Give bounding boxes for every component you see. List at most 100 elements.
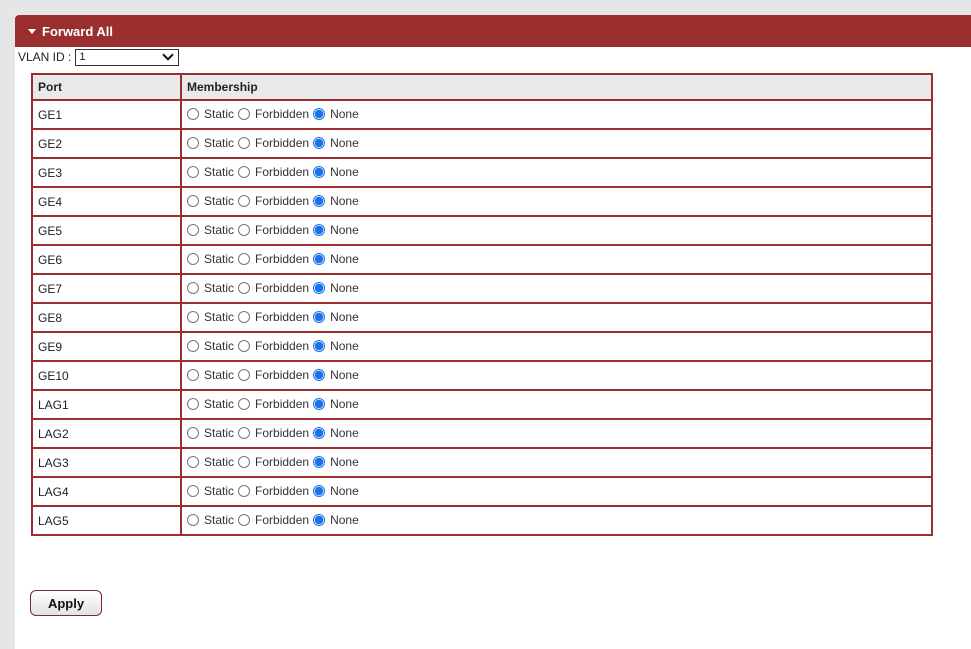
membership-option-static[interactable]: Static [187, 368, 234, 382]
radio-forbidden[interactable] [238, 107, 251, 120]
membership-option-none[interactable]: None [313, 310, 359, 324]
membership-option-forbidden[interactable]: Forbidden [238, 223, 309, 237]
membership-option-forbidden[interactable]: Forbidden [238, 339, 309, 353]
radio-forbidden[interactable] [238, 426, 251, 439]
radio-forbidden[interactable] [238, 368, 251, 381]
membership-option-none[interactable]: None [313, 513, 359, 527]
radio-static[interactable] [187, 281, 199, 294]
membership-option-label: None [330, 280, 359, 295]
membership-option-static[interactable]: Static [187, 339, 234, 353]
radio-none[interactable] [313, 455, 326, 468]
radio-static[interactable] [187, 368, 199, 381]
membership-option-static[interactable]: Static [187, 252, 234, 266]
membership-option-none[interactable]: None [313, 252, 359, 266]
radio-none[interactable] [313, 223, 326, 236]
membership-option-forbidden[interactable]: Forbidden [238, 252, 309, 266]
membership-option-forbidden[interactable]: Forbidden [238, 281, 309, 295]
radio-none[interactable] [313, 281, 326, 294]
membership-option-none[interactable]: None [313, 339, 359, 353]
radio-none[interactable] [313, 513, 326, 526]
radio-none[interactable] [313, 107, 326, 120]
radio-none[interactable] [313, 165, 326, 178]
membership-option-static[interactable]: Static [187, 136, 234, 150]
membership-option-none[interactable]: None [313, 136, 359, 150]
membership-option-none[interactable]: None [313, 281, 359, 295]
radio-forbidden[interactable] [238, 252, 251, 265]
radio-static[interactable] [187, 397, 199, 410]
panel-header[interactable]: Forward All [15, 15, 971, 47]
radio-none[interactable] [313, 194, 326, 207]
membership-option-forbidden[interactable]: Forbidden [238, 455, 309, 469]
radio-static[interactable] [187, 194, 199, 207]
apply-button[interactable]: Apply [30, 590, 102, 616]
membership-option-none[interactable]: None [313, 455, 359, 469]
membership-option-none[interactable]: None [313, 484, 359, 498]
radio-none[interactable] [313, 426, 326, 439]
membership-option-none[interactable]: None [313, 426, 359, 440]
radio-static[interactable] [187, 455, 199, 468]
membership-option-forbidden[interactable]: Forbidden [238, 194, 309, 208]
membership-option-static[interactable]: Static [187, 310, 234, 324]
membership-option-static[interactable]: Static [187, 513, 234, 527]
table-row: LAG1 Static Forbidden None [31, 389, 933, 420]
membership-option-none[interactable]: None [313, 194, 359, 208]
membership-option-forbidden[interactable]: Forbidden [238, 484, 309, 498]
membership-option-static[interactable]: Static [187, 165, 234, 179]
radio-static[interactable] [187, 513, 199, 526]
membership-cell: Static Forbidden None [180, 186, 933, 217]
radio-static[interactable] [187, 426, 199, 439]
membership-option-label: Static [204, 193, 235, 208]
membership-option-static[interactable]: Static [187, 484, 234, 498]
radio-none[interactable] [313, 252, 326, 265]
membership-option-static[interactable]: Static [187, 426, 234, 440]
radio-none[interactable] [313, 339, 326, 352]
membership-option-static[interactable]: Static [187, 281, 234, 295]
radio-static[interactable] [187, 223, 199, 236]
radio-forbidden[interactable] [238, 484, 251, 497]
radio-none[interactable] [313, 368, 326, 381]
radio-forbidden[interactable] [238, 194, 251, 207]
membership-option-forbidden[interactable]: Forbidden [238, 368, 309, 382]
membership-option-static[interactable]: Static [187, 107, 234, 121]
radio-forbidden[interactable] [238, 136, 251, 149]
radio-forbidden[interactable] [238, 397, 251, 410]
radio-static[interactable] [187, 165, 199, 178]
port-name: LAG1 [31, 389, 182, 420]
radio-none[interactable] [313, 310, 326, 323]
membership-option-none[interactable]: None [313, 223, 359, 237]
radio-none[interactable] [313, 136, 326, 149]
collapse-caret-icon[interactable] [28, 28, 36, 34]
membership-option-forbidden[interactable]: Forbidden [238, 513, 309, 527]
membership-option-none[interactable]: None [313, 368, 359, 382]
radio-forbidden[interactable] [238, 455, 251, 468]
radio-static[interactable] [187, 484, 199, 497]
radio-forbidden[interactable] [238, 310, 251, 323]
membership-option-none[interactable]: None [313, 397, 359, 411]
membership-option-forbidden[interactable]: Forbidden [238, 397, 309, 411]
membership-option-forbidden[interactable]: Forbidden [238, 165, 309, 179]
radio-forbidden[interactable] [238, 165, 251, 178]
radio-static[interactable] [187, 136, 199, 149]
membership-option-forbidden[interactable]: Forbidden [238, 136, 309, 150]
radio-static[interactable] [187, 107, 199, 120]
membership-option-forbidden[interactable]: Forbidden [238, 426, 309, 440]
membership-cell: Static Forbidden None [180, 99, 933, 130]
membership-option-forbidden[interactable]: Forbidden [238, 107, 309, 121]
radio-forbidden[interactable] [238, 281, 251, 294]
membership-option-static[interactable]: Static [187, 455, 234, 469]
radio-forbidden[interactable] [238, 339, 251, 352]
membership-option-none[interactable]: None [313, 107, 359, 121]
radio-none[interactable] [313, 397, 326, 410]
radio-static[interactable] [187, 339, 199, 352]
radio-static[interactable] [187, 252, 199, 265]
radio-forbidden[interactable] [238, 513, 251, 526]
membership-option-static[interactable]: Static [187, 397, 234, 411]
membership-option-static[interactable]: Static [187, 194, 234, 208]
membership-option-forbidden[interactable]: Forbidden [238, 310, 309, 324]
membership-option-static[interactable]: Static [187, 223, 234, 237]
vlan-id-select[interactable]: 1 [75, 48, 180, 66]
radio-static[interactable] [187, 310, 199, 323]
membership-option-none[interactable]: None [313, 165, 359, 179]
radio-forbidden[interactable] [238, 223, 251, 236]
radio-none[interactable] [313, 484, 326, 497]
